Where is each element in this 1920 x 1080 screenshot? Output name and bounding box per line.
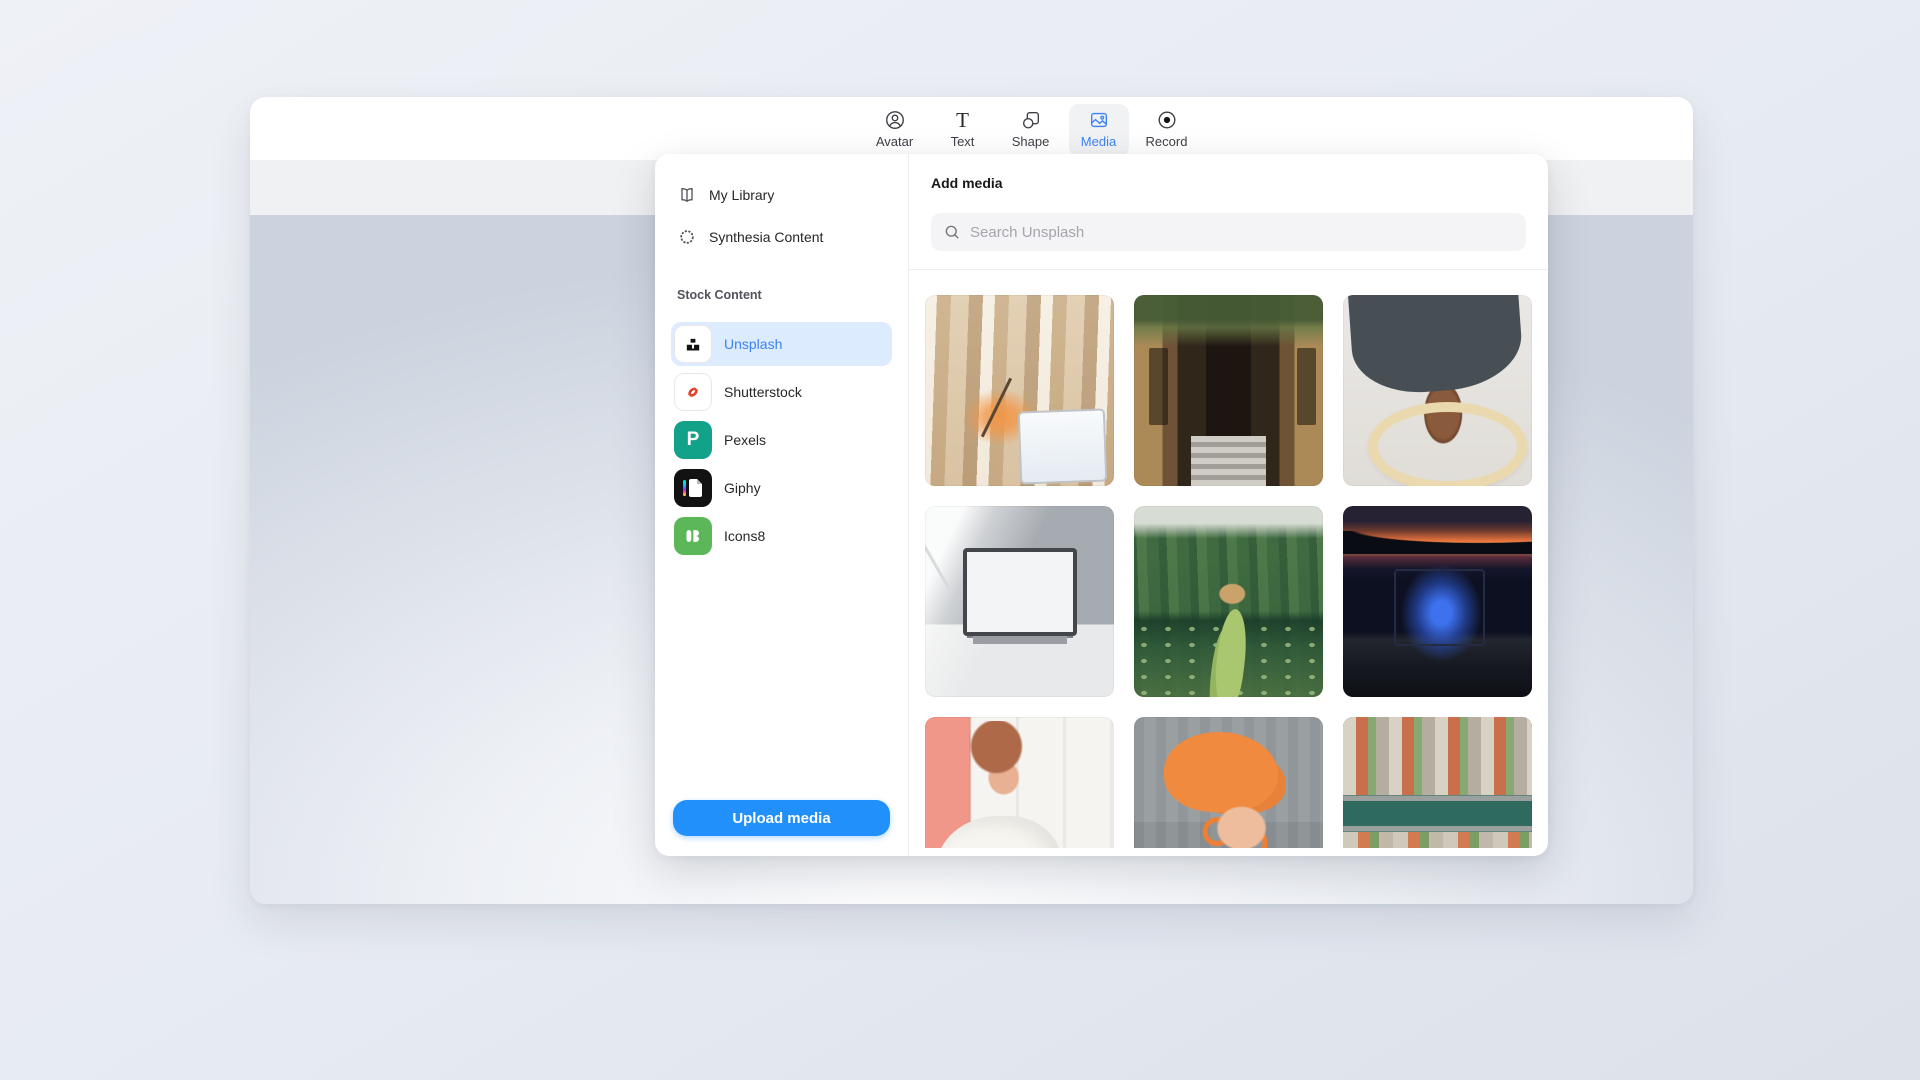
tab-label: Avatar <box>875 134 914 149</box>
photo-tile[interactable] <box>1134 506 1323 697</box>
tab-avatar[interactable]: Avatar <box>865 104 925 157</box>
sidebar-item-my-library[interactable]: My Library <box>671 176 892 214</box>
sidebar-item-label: Synthesia Content <box>709 229 824 245</box>
stock-item-label: Pexels <box>724 432 767 448</box>
photo-grid[interactable] <box>925 295 1532 848</box>
icons8-logo-icon <box>674 517 712 555</box>
stock-item-label: Icons8 <box>724 528 766 544</box>
photo-tile[interactable] <box>1134 295 1323 486</box>
photo-tile[interactable] <box>1134 717 1323 848</box>
tab-media[interactable]: Media <box>1068 104 1129 157</box>
tab-label: Shape <box>1011 134 1050 149</box>
shutterstock-logo-icon <box>674 373 712 411</box>
sidebar-item-label: My Library <box>709 187 775 203</box>
tab-record[interactable]: Record <box>1137 104 1197 157</box>
media-panel: My Library Synthesia Content Stock Conte… <box>655 154 1548 856</box>
stock-content-header: Stock Content <box>677 288 762 302</box>
unsplash-logo-icon <box>674 325 712 363</box>
photo-tile[interactable] <box>925 295 1114 486</box>
stock-item-icons8[interactable]: Icons8 <box>671 514 892 558</box>
stock-item-unsplash[interactable]: Unsplash <box>671 322 892 366</box>
sidebar-item-synthesia-content[interactable]: Synthesia Content <box>671 218 892 256</box>
toolbar-tabs: Avatar T Text Shape Media Record <box>865 97 1197 160</box>
record-icon <box>1156 109 1178 131</box>
tab-label: Text <box>950 134 975 149</box>
synthesia-logo-icon <box>680 230 694 244</box>
search-icon <box>945 225 959 239</box>
photo-tile[interactable] <box>1343 717 1532 848</box>
media-icon <box>1088 109 1110 131</box>
media-panel-sidebar: My Library Synthesia Content Stock Conte… <box>655 154 909 856</box>
content-divider <box>909 269 1548 270</box>
tab-label: Media <box>1080 134 1117 149</box>
stock-item-pexels[interactable]: P Pexels <box>671 418 892 462</box>
photo-tile[interactable] <box>1343 506 1532 697</box>
panel-title: Add media <box>931 175 1003 191</box>
stock-item-label: Unsplash <box>724 336 783 352</box>
insert-toolbar: Avatar T Text Shape Media Record <box>250 97 1693 160</box>
tab-text[interactable]: T Text <box>933 104 993 157</box>
photo-tile[interactable] <box>925 717 1114 848</box>
photo-tile[interactable] <box>1343 295 1532 486</box>
avatar-icon <box>884 109 906 131</box>
stock-content-list: Unsplash Shutterstock P Pexels Giphy Ico… <box>671 322 892 562</box>
shape-icon <box>1020 109 1042 131</box>
giphy-logo-icon <box>674 469 712 507</box>
pexels-logo-icon: P <box>674 421 712 459</box>
photo-tile[interactable] <box>925 506 1114 697</box>
book-icon <box>681 187 693 203</box>
stock-item-label: Giphy <box>724 480 761 496</box>
search-bar[interactable] <box>931 213 1526 251</box>
media-panel-content: Add media <box>909 154 1548 856</box>
stock-item-giphy[interactable]: Giphy <box>671 466 892 510</box>
upload-media-button[interactable]: Upload media <box>673 800 890 836</box>
stock-item-shutterstock[interactable]: Shutterstock <box>671 370 892 414</box>
search-input[interactable] <box>970 223 1514 241</box>
tab-label: Record <box>1145 134 1188 149</box>
stock-item-label: Shutterstock <box>724 384 802 400</box>
text-icon: T <box>956 107 969 132</box>
tab-shape[interactable]: Shape <box>1001 104 1061 157</box>
